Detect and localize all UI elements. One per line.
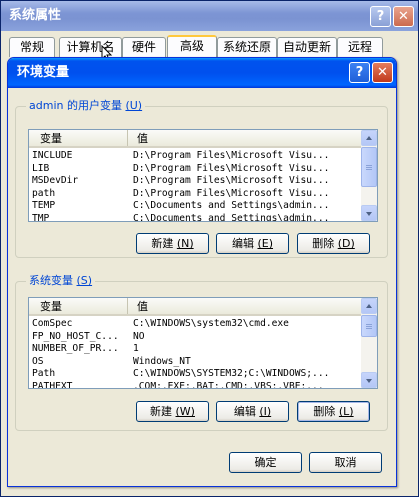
column-header-value[interactable]: 值 — [128, 298, 361, 314]
variable-name: MSDevDir — [32, 175, 79, 186]
table-row[interactable]: TEMP C:\Documents and Settings\admin... — [29, 200, 361, 213]
button-key: (N) — [176, 237, 194, 250]
table-row[interactable]: INCLUDE D:\Program Files\Microsoft Visu..… — [29, 150, 361, 163]
system-properties-tabs: 常规 计算机名 硬件 高级 系统还原 自动更新 远程 — [9, 35, 409, 58]
table-row[interactable]: path D:\Program Files\Microsoft Visu... — [29, 188, 361, 201]
user-variables-header: 变量 值 — [29, 130, 361, 148]
system-properties-title: 系统属性 — [9, 8, 62, 23]
close-button[interactable]: ✕ — [372, 62, 393, 83]
system-variables-list[interactable]: 变量 值 ComSpec C:\WINDOWS\system32\cmd.exe … — [28, 297, 378, 389]
arrow-down-icon — [366, 212, 372, 216]
user-new-button[interactable]: 新建 (N) — [136, 233, 209, 254]
column-header-variable[interactable]: 变量 — [29, 298, 128, 314]
system-variables-legend-key: (S) — [76, 274, 93, 287]
variable-name: PATHEXT — [32, 380, 73, 389]
variable-value: D:\Program Files\Microsoft Visu... — [133, 150, 330, 161]
button-label: 新建 — [150, 405, 173, 418]
tab-general[interactable]: 常规 — [9, 37, 55, 57]
tab-automatic-updates[interactable]: 自动更新 — [277, 37, 337, 57]
system-properties-close-button[interactable]: ✕ — [393, 6, 414, 27]
variable-name: FP_NO_HOST_C... — [32, 330, 119, 342]
user-variables-scrollbar[interactable] — [361, 130, 377, 221]
scroll-up-button[interactable] — [361, 298, 377, 314]
tab-advanced[interactable]: 高级 — [167, 35, 217, 58]
button-label: 删除 — [313, 405, 336, 418]
table-row[interactable]: OS Windows_NT — [29, 356, 361, 369]
variable-name: NUMBER_OF_PR... — [32, 343, 119, 354]
tab-hardware[interactable]: 硬件 — [122, 37, 166, 57]
button-key: (W) — [175, 405, 195, 418]
button-label: 新建 — [151, 237, 174, 250]
variable-name: path — [32, 187, 56, 199]
variable-name: TMP — [32, 212, 50, 222]
variable-name: TEMP — [32, 200, 56, 211]
user-edit-button[interactable]: 编辑 (E) — [216, 233, 289, 254]
scroll-up-button[interactable] — [361, 130, 377, 146]
variable-value: D:\Program Files\Microsoft Visu... — [133, 187, 330, 199]
table-row[interactable]: MSDevDir D:\Program Files\Microsoft Visu.… — [29, 175, 361, 188]
variable-value: 1 — [133, 343, 139, 354]
scroll-down-button[interactable] — [361, 372, 377, 388]
system-properties-help-button[interactable]: ? — [370, 6, 391, 27]
variable-value: C:\WINDOWS\SYSTEM32;C:\WINDOWS;... — [133, 368, 330, 379]
variable-value: C:\Documents and Settings\admin... — [133, 212, 330, 222]
button-label: 编辑 — [231, 237, 254, 250]
variable-value: NO — [133, 330, 145, 342]
tab-system-restore[interactable]: 系统还原 — [217, 37, 277, 57]
variable-name: LIB — [32, 162, 50, 174]
variable-value: D:\Program Files\Microsoft Visu... — [133, 162, 330, 174]
user-variables-legend-key: (U) — [125, 99, 143, 112]
system-properties-titlebar[interactable]: 系统属性 ? ✕ — [1, 1, 418, 31]
variable-value: C:\WINDOWS\system32\cmd.exe — [133, 318, 289, 329]
user-variables-legend-text: admin 的用户变量 — [29, 99, 122, 112]
table-row[interactable]: NUMBER_OF_PR... 1 — [29, 343, 361, 356]
button-key: (I) — [259, 405, 272, 418]
variable-name: INCLUDE — [32, 150, 73, 161]
system-delete-button[interactable]: 删除 (L) — [297, 401, 370, 422]
user-variables-list[interactable]: 变量 值 INCLUDE D:\Program Files\Microsoft V… — [28, 129, 378, 222]
environment-variables-title: 环境变量 — [17, 65, 70, 80]
variable-value: C:\Documents and Settings\admin... — [133, 200, 330, 211]
table-row[interactable]: PATHEXT .COM;.EXE;.BAT;.CMD;.VBS;.VBE;... — [29, 380, 361, 389]
variable-value: .COM;.EXE;.BAT;.CMD;.VBS;.VBE;... — [133, 380, 324, 389]
button-key: (D) — [337, 237, 355, 250]
system-variables-scrollbar[interactable] — [361, 298, 377, 388]
system-edit-button[interactable]: 编辑 (I) — [216, 401, 289, 422]
scroll-down-button[interactable] — [361, 205, 377, 221]
system-variables-legend-text: 系统变量 — [29, 274, 73, 287]
variable-value: Windows_NT — [133, 355, 191, 367]
tab-remote[interactable]: 远程 — [337, 37, 383, 57]
scroll-thumb[interactable] — [361, 315, 377, 337]
user-variables-legend: admin 的用户变量 (U) — [26, 99, 146, 113]
column-header-variable[interactable]: 变量 — [29, 130, 128, 146]
scroll-thumb[interactable] — [361, 147, 377, 187]
variable-name: OS — [32, 355, 44, 367]
table-row[interactable]: TMP C:\Documents and Settings\admin... — [29, 212, 361, 222]
variable-name: ComSpec — [32, 318, 73, 329]
user-delete-button[interactable]: 删除 (D) — [297, 233, 370, 254]
table-row[interactable]: Path C:\WINDOWS\SYSTEM32;C:\WINDOWS;... — [29, 368, 361, 381]
system-variables-header: 变量 值 — [29, 298, 361, 316]
table-row[interactable]: ComSpec C:\WINDOWS\system32\cmd.exe — [29, 318, 361, 331]
system-variables-legend: 系统变量 (S) — [26, 274, 96, 288]
button-label: 编辑 — [233, 405, 256, 418]
ok-button[interactable]: 确定 — [229, 452, 302, 473]
cancel-button[interactable]: 取消 — [309, 452, 382, 473]
environment-variables-titlebar[interactable]: 环境变量 ? ✕ — [8, 58, 396, 88]
button-label: 删除 — [312, 237, 335, 250]
button-key: (E) — [257, 237, 274, 250]
variable-name: Path — [32, 368, 56, 379]
arrow-down-icon — [366, 379, 372, 383]
environment-variables-dialog: 环境变量 ? ✕ admin 的用户变量 (U) 变量 值 INCLUDE D:\… — [7, 57, 397, 487]
button-key: (L) — [338, 405, 354, 418]
system-new-button[interactable]: 新建 (W) — [136, 401, 209, 422]
variable-value: D:\Program Files\Microsoft Visu... — [133, 175, 330, 186]
arrow-up-icon — [366, 304, 372, 308]
table-row[interactable]: LIB D:\Program Files\Microsoft Visu... — [29, 163, 361, 176]
help-button[interactable]: ? — [349, 62, 370, 83]
column-header-value[interactable]: 值 — [128, 130, 361, 146]
table-row[interactable]: FP_NO_HOST_C... NO — [29, 331, 361, 344]
arrow-up-icon — [366, 136, 372, 140]
